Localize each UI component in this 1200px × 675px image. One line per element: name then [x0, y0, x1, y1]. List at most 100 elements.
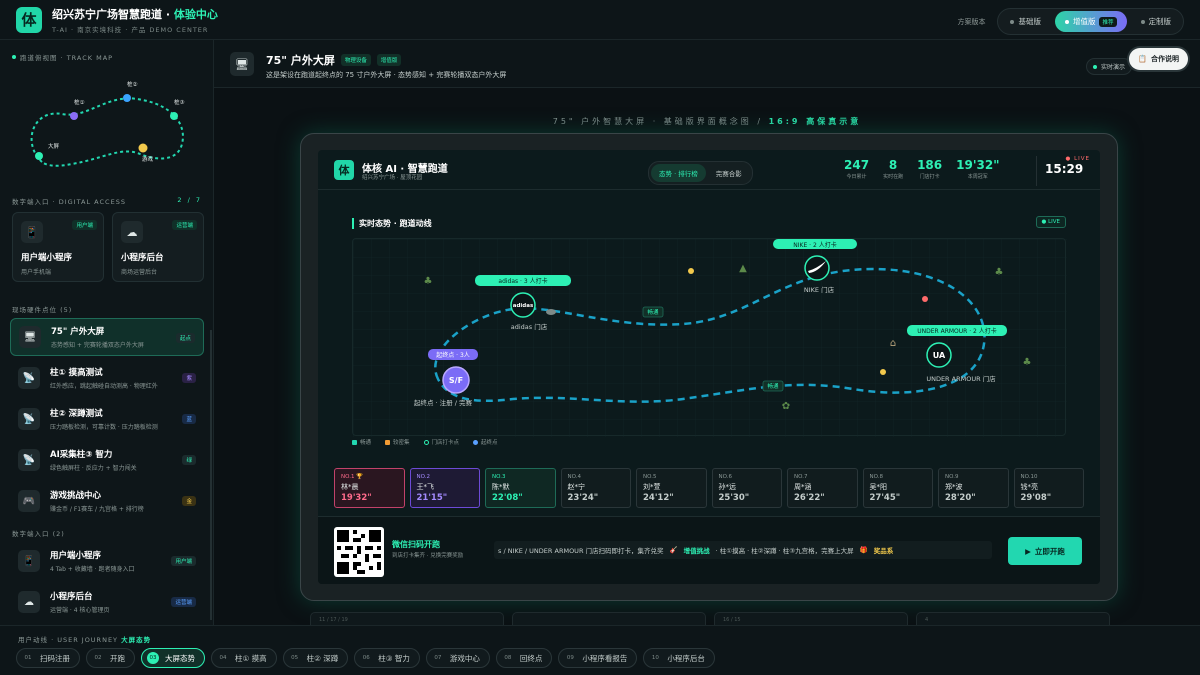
step-label: 柱① 摸高	[235, 653, 267, 663]
sensor-icon: 📡	[18, 408, 40, 430]
main-description: 这是架设在跑道起终点的 75 寸户外大屏 · 态势感知 + 完赛轮播双态户外大屏	[266, 71, 507, 79]
step-label: 柱③ 智力	[378, 653, 410, 663]
rank-card: NO.5 刘*萱 24'12"	[636, 468, 707, 508]
journey-step-4[interactable]: 04 柱① 摸高	[211, 648, 277, 668]
stat-today-total: 247 今日累计	[844, 158, 869, 180]
hardware-badge: 紫	[182, 373, 196, 383]
journey-step-2[interactable]: 02 开跑	[86, 648, 135, 668]
map-legend: 畅通 较密集 门店打卡点 起终点	[352, 438, 498, 446]
hardware-badge: 蓝	[182, 414, 196, 424]
hardware-title-text: 柱① 摸高测试	[50, 368, 103, 378]
main-title-text: 75" 户外大屏	[266, 54, 335, 67]
digital-text: 用户端小程序 4 Tab + 收藏墙 · 跑者随身入口	[50, 549, 170, 573]
journey-step-9[interactable]: 09 小程序看报告	[558, 648, 638, 668]
rank-no: NO.7	[794, 474, 808, 480]
legend-label: 门店打卡点	[431, 440, 460, 446]
adidas-label: adidas 门店	[511, 322, 548, 331]
legend-swatch	[352, 439, 357, 445]
digital-item-user-app[interactable]: 📱 用户端小程序 4 Tab + 收藏墙 · 跑者随身入口 用户端	[10, 542, 204, 580]
start-run-button[interactable]: ▶ 立即开跑	[1008, 537, 1082, 565]
hardware-item-pillar3[interactable]: 📡 AI采集柱③ 智力 绿色触屏柱 · 反应力 + 智力闯关 绿	[10, 441, 204, 479]
track-map-title: 跑道俯视图 · TRACK MAP	[0, 52, 125, 62]
access-card-title: 用户端小程序	[21, 253, 73, 263]
rank-time: 28'20"	[945, 493, 976, 503]
hardware-item-pillar2[interactable]: 📡 柱② 深蹲测试 压力踏板检测，可靠计数 · 压力踏板检测 蓝	[10, 400, 204, 438]
rank-card: NO.6 孙*远 25'30"	[711, 468, 782, 508]
nike-label: NIKE 门店	[804, 285, 835, 294]
journey-step-10[interactable]: 10 小程序后台	[643, 648, 715, 668]
top-bar: 体 绍兴苏宁广场智慧跑道 · 体验中心 T-AI · 南京实境科技 · 产品 D…	[0, 0, 1200, 40]
ticker-text-3: · 柱①摸高 · 柱②深蹲 · 柱③九宫格，完赛上大屏	[715, 547, 854, 555]
realtime-demo-toggle[interactable]: 实时演示	[1085, 58, 1132, 75]
rank-card: NO.8 吴*阳 27'45"	[862, 468, 933, 508]
access-badge: 运营端	[172, 220, 197, 230]
access-card-admin[interactable]: ☁ 运营端 小程序后台 商场运营后台	[112, 212, 204, 282]
track-map-title-text: 跑道俯视图 · TRACK MAP	[20, 54, 114, 62]
hardware-sub: 绿色触屏柱 · 反应力 + 智力闯关	[50, 465, 137, 472]
access-title: 数字端入口 · DIGITAL ACCESS	[12, 198, 126, 206]
journey-step-5[interactable]: 05 柱② 深蹲	[282, 648, 349, 668]
phone-icon: 📱	[21, 221, 43, 243]
mini-label-pillar1: 桩①	[74, 98, 85, 106]
mini-screen-marker	[35, 152, 43, 160]
journey-step-6[interactable]: 06 柱③ 智力	[354, 648, 420, 668]
journey-step-8[interactable]: 08 回终点	[495, 648, 553, 668]
tag-value-plan: 增值版	[376, 54, 402, 66]
sidebar-scrollbar[interactable]	[210, 330, 212, 620]
clipboard-icon: 📋	[1138, 55, 1147, 63]
plant-icon: ✿	[782, 401, 790, 412]
hardware-item-game[interactable]: 🎮 游戏挑战中心 赚金币 / F1赛车 / 九宫格 + 排行榜 金	[10, 482, 204, 520]
screen-header: 体 体核 AI · 智慧跑道 绍兴苏宁广场 · 屋顶花园 态势 · 排行榜 完赛…	[318, 150, 1100, 190]
main-title: 75" 户外大屏 物理设备 增值版	[266, 52, 402, 68]
journey-step-3[interactable]: 03 大屏态势	[141, 648, 205, 668]
hardware-item-pillar1[interactable]: 📡 柱① 摸高测试 红外感应，跳起触碰自动测高 · 物理红外 紫	[10, 359, 204, 397]
journey-step-1[interactable]: 01 扫码注册	[16, 648, 80, 668]
plan-value-button[interactable]: 增值版 推荐	[1054, 11, 1127, 32]
brand-title: 绍兴苏宁广场智慧跑道 · 体验中心	[52, 6, 218, 22]
journey-step-7[interactable]: 07 游戏中心	[425, 648, 490, 668]
digital-badge: 用户端	[171, 556, 196, 566]
stat-value: 186	[917, 158, 943, 172]
tree-icon: ♣	[1023, 357, 1032, 368]
legend-swatch	[473, 439, 479, 445]
screen-logo: 体	[334, 160, 354, 180]
access-card-user-app[interactable]: 📱 用户端 用户端小程序 用户手机端	[12, 212, 104, 282]
rank-time: 27'45"	[869, 493, 901, 503]
hardware-item-screen[interactable]: 🖥 75" 户外大屏 态势感知 + 完赛轮播双态户外大屏 起点	[10, 318, 204, 356]
access-page-indicator: 2 / 7	[177, 196, 202, 204]
screen-caption-text: 75" 户外智慧大屏 · 基础版界面概念图 /	[552, 117, 769, 126]
stat-key: 门店打卡	[919, 174, 940, 180]
rank-time: 23'24"	[567, 493, 599, 503]
digital-item-admin[interactable]: ☁ 小程序后台 运营端 · 4 核心管理页 运营端	[10, 583, 204, 621]
plan-custom-button[interactable]: 定制版	[1131, 11, 1182, 32]
step-number: 07	[434, 655, 442, 661]
step-label: 游戏中心	[449, 653, 480, 663]
hardware-header: 现场硬件点位 (5)	[0, 304, 214, 314]
screen-icon: 🖥	[19, 326, 41, 348]
step-label: 大屏态势	[165, 653, 195, 663]
tab-finish-photo[interactable]: 完赛合影	[708, 164, 750, 182]
rank-no: NO.3	[492, 474, 506, 480]
stat-value: 8	[888, 158, 898, 172]
realtime-demo-label: 实时演示	[1100, 64, 1125, 71]
journey-steps: 01 扫码注册 02 开跑 03 大屏态势 04 柱① 摸高 05 柱② 深蹲 06 柱③ …	[16, 648, 715, 668]
step-number: 06	[362, 655, 370, 661]
cooperation-button[interactable]: 📋 合作说明	[1129, 48, 1188, 70]
step-label: 开跑	[110, 653, 125, 663]
adidas-tag: adidas · 3 人打卡	[498, 277, 547, 285]
tab-situation[interactable]: 态势 · 排行榜	[651, 164, 706, 182]
cooperation-label: 合作说明	[1151, 55, 1179, 63]
app-root: 体 绍兴苏宁广场智慧跑道 · 体验中心 T-AI · 南京实境科技 · 产品 D…	[0, 0, 1200, 675]
digital-title-text: 用户端小程序	[50, 551, 102, 561]
rank-no: NO.2	[416, 474, 430, 480]
plan-basic-label: 基础版	[1018, 17, 1041, 26]
start-tag: 起终点 · 3人	[436, 351, 470, 359]
plan-basic-button[interactable]: 基础版	[1000, 11, 1051, 32]
mini-track-map[interactable]: 大屏 桩① 桩② 桩③ 游戏	[12, 64, 202, 184]
rank-card: NO.7 周*涵 26'22"	[787, 468, 858, 508]
hardware-title-text: AI采集柱③ 智力	[50, 450, 113, 460]
ua-label: UNDER ARMOUR 门店	[926, 374, 996, 383]
rank-name: 林*晨	[341, 483, 359, 491]
brand-logo: 体	[16, 6, 42, 33]
mini-game-marker	[138, 143, 148, 153]
